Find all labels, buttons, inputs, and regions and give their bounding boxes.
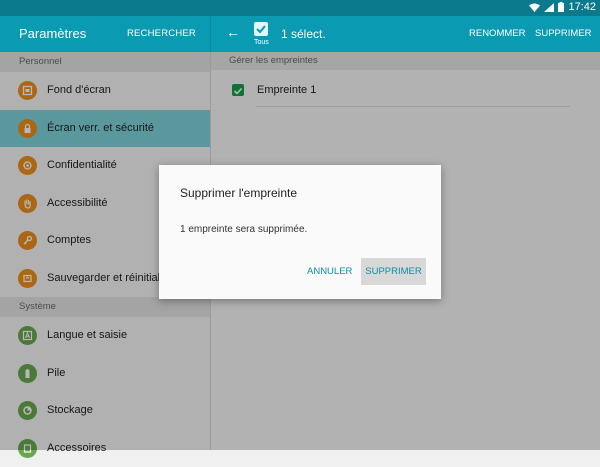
- select-all-checkbox[interactable]: [254, 22, 268, 36]
- check-icon: [254, 22, 268, 36]
- dialog-message: 1 empreinte sera supprimée.: [180, 224, 307, 235]
- selected-count: 1 sélect.: [281, 27, 326, 41]
- status-bar: 17:42: [0, 0, 600, 16]
- delete-button[interactable]: SUPPRIMER: [535, 28, 591, 39]
- app-bar: Paramètres RECHERCHER ← Tous 1 sélect. R…: [0, 16, 600, 52]
- delete-fingerprint-dialog: Supprimer l'empreinte 1 empreinte sera s…: [159, 165, 441, 299]
- app-bar-left-pane: Paramètres RECHERCHER: [0, 16, 211, 52]
- dialog-title: Supprimer l'empreinte: [180, 186, 297, 200]
- rename-button[interactable]: RENOMMER: [469, 28, 525, 39]
- search-button[interactable]: RECHERCHER: [127, 28, 196, 39]
- status-icons: 17:42: [529, 1, 596, 13]
- back-arrow-icon[interactable]: ←: [226, 24, 240, 40]
- wifi-icon: [529, 3, 540, 12]
- signal-icon: [544, 3, 554, 12]
- battery-status-icon: [558, 2, 564, 12]
- cancel-button[interactable]: ANNULER: [307, 266, 352, 277]
- status-time: 17:42: [568, 1, 596, 13]
- confirm-delete-button[interactable]: SUPPRIMER: [361, 258, 426, 285]
- select-all-label: Tous: [254, 39, 269, 46]
- app-title: Paramètres: [19, 26, 86, 41]
